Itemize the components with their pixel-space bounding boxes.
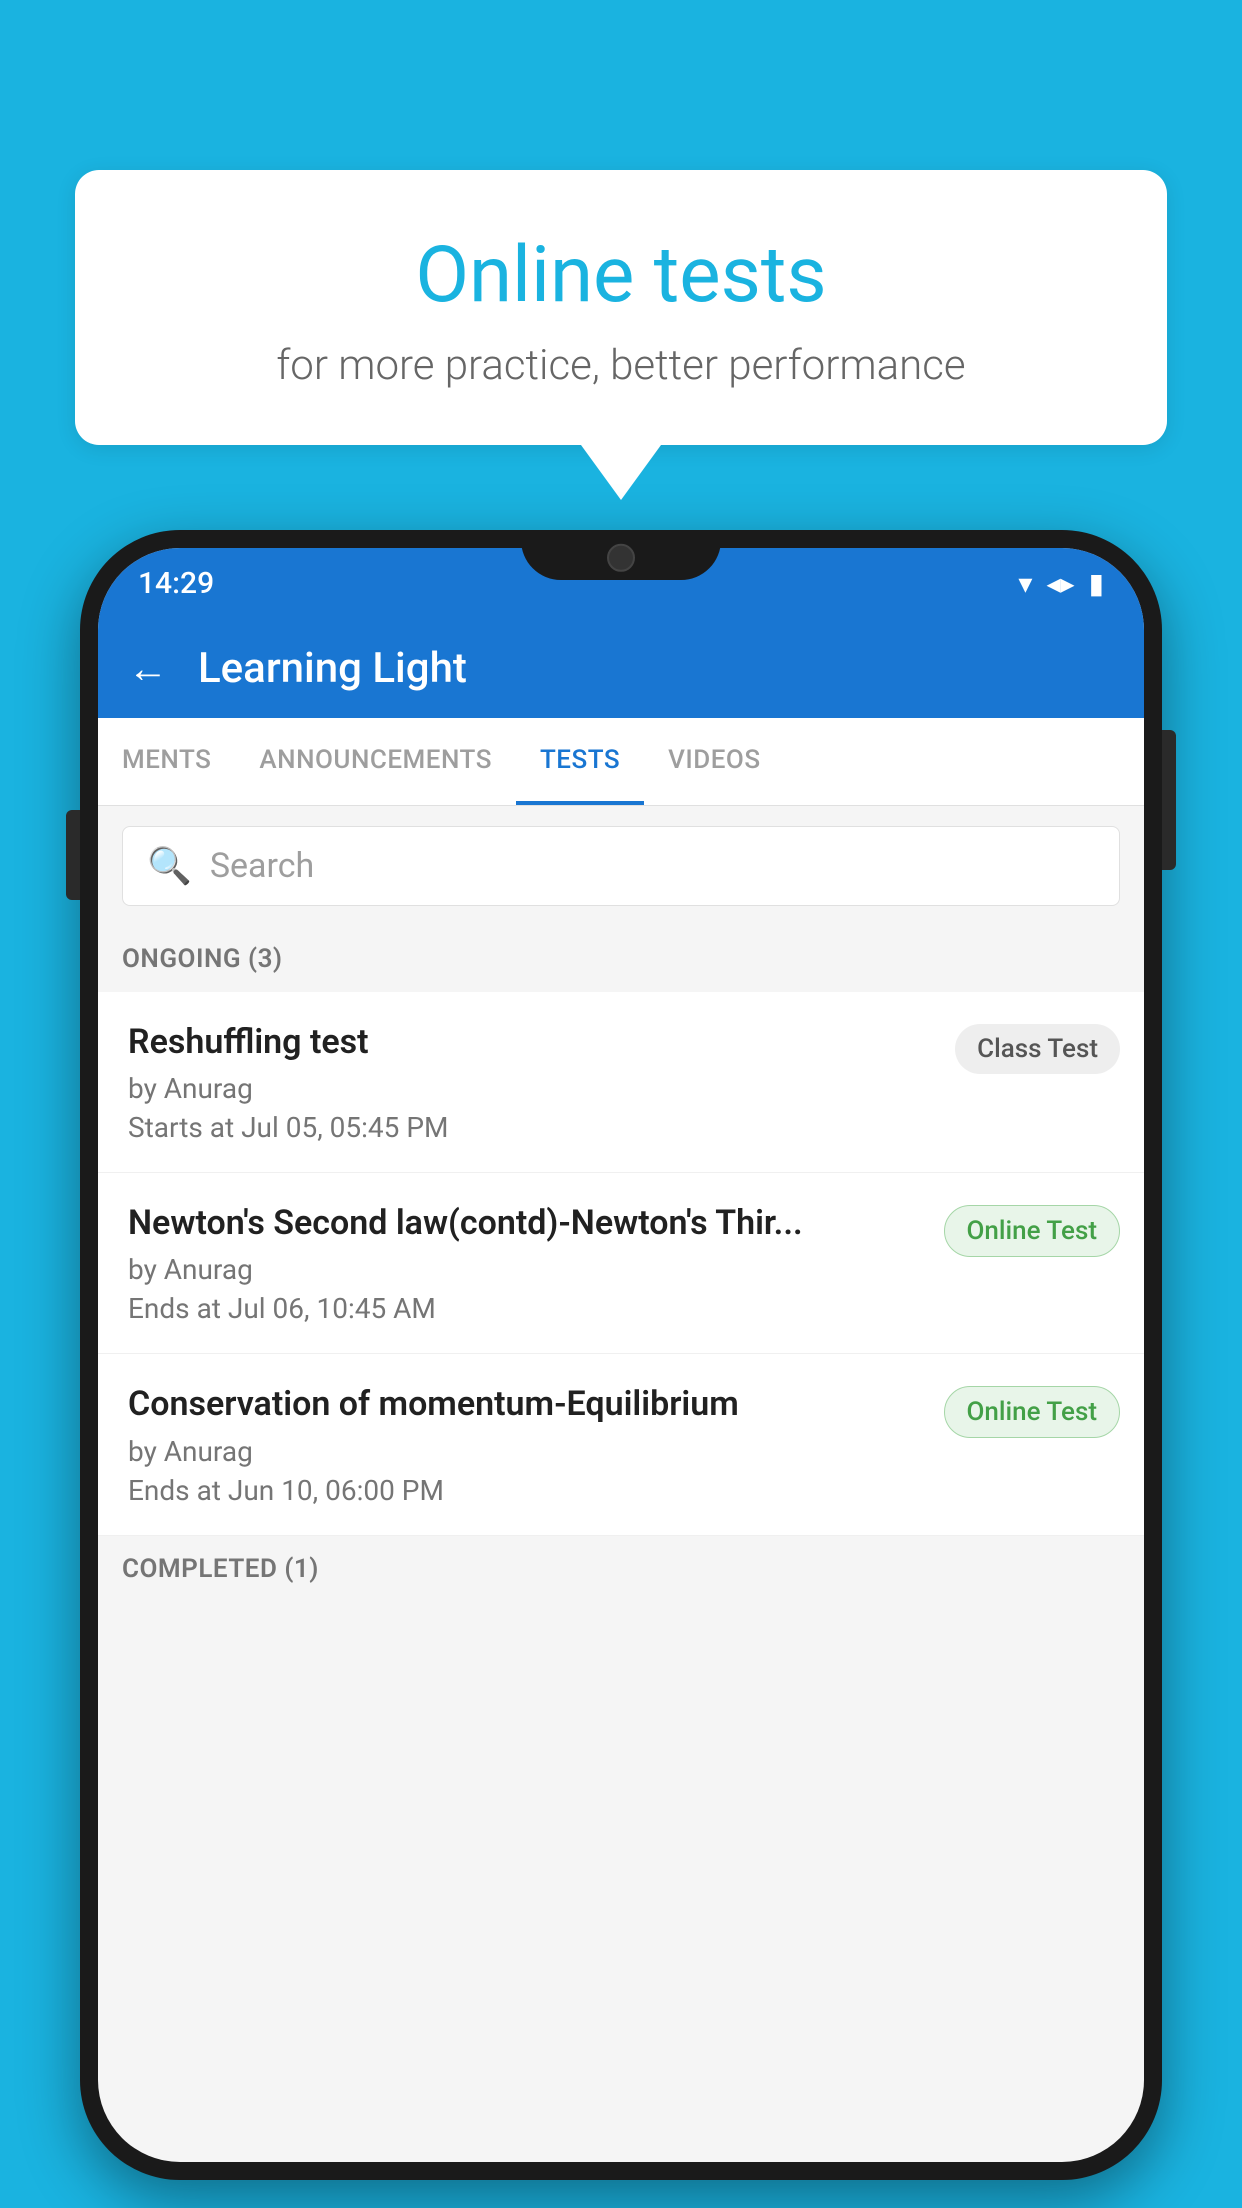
- test-time-1: Starts at Jul 05, 05:45 PM: [128, 1111, 935, 1144]
- test-author-3: by Anurag: [128, 1435, 924, 1468]
- app-bar-title: Learning Light: [198, 644, 467, 693]
- tabs-bar: MENTS ANNOUNCEMENTS TESTS VIDEOS: [98, 718, 1144, 806]
- camera: [607, 544, 635, 572]
- test-item-1[interactable]: Reshuffling test by Anurag Starts at Jul…: [98, 992, 1144, 1173]
- ongoing-section-header: ONGOING (3): [98, 926, 1144, 992]
- search-icon: 🔍: [147, 845, 192, 887]
- test-author-2: by Anurag: [128, 1253, 924, 1286]
- test-title-2: Newton's Second law(contd)-Newton's Thir…: [128, 1201, 924, 1245]
- phone-screen: 14:29 ▾ ◂▸ ▮ ← Learning Light MENTS ANNO…: [98, 548, 1144, 2162]
- test-badge-2: Online Test: [944, 1205, 1121, 1257]
- status-time: 14:29: [138, 566, 214, 601]
- battery-icon: ▮: [1089, 567, 1104, 600]
- phone-notch: [521, 530, 721, 580]
- search-container: 🔍 Search: [98, 806, 1144, 926]
- back-button[interactable]: ←: [128, 645, 168, 692]
- test-list: Reshuffling test by Anurag Starts at Jul…: [98, 992, 1144, 1536]
- bubble-title: Online tests: [155, 230, 1087, 321]
- test-item-2[interactable]: Newton's Second law(contd)-Newton's Thir…: [98, 1173, 1144, 1354]
- phone-wrapper: 14:29 ▾ ◂▸ ▮ ← Learning Light MENTS ANNO…: [80, 530, 1162, 2180]
- test-time-2: Ends at Jul 06, 10:45 AM: [128, 1292, 924, 1325]
- test-time-3: Ends at Jun 10, 06:00 PM: [128, 1474, 924, 1507]
- signal-icon: ◂▸: [1046, 567, 1074, 600]
- tab-announcements[interactable]: ANNOUNCEMENTS: [235, 718, 516, 805]
- tab-tests[interactable]: TESTS: [516, 718, 644, 805]
- test-item-3[interactable]: Conservation of momentum-Equilibrium by …: [98, 1354, 1144, 1535]
- speech-bubble: Online tests for more practice, better p…: [75, 170, 1167, 445]
- bubble-subtitle: for more practice, better performance: [155, 341, 1087, 390]
- test-info-1: Reshuffling test by Anurag Starts at Jul…: [128, 1020, 935, 1144]
- test-title-1: Reshuffling test: [128, 1020, 935, 1064]
- search-placeholder: Search: [210, 846, 314, 886]
- status-icons: ▾ ◂▸ ▮: [1018, 567, 1104, 600]
- test-info-3: Conservation of momentum-Equilibrium by …: [128, 1382, 924, 1506]
- wifi-icon: ▾: [1018, 567, 1032, 600]
- tab-ments[interactable]: MENTS: [98, 718, 235, 805]
- test-badge-3: Online Test: [944, 1386, 1121, 1438]
- tab-videos[interactable]: VIDEOS: [644, 718, 784, 805]
- app-bar: ← Learning Light: [98, 618, 1144, 718]
- test-author-1: by Anurag: [128, 1072, 935, 1105]
- completed-section-header: COMPLETED (1): [98, 1536, 1144, 1602]
- phone-outer: 14:29 ▾ ◂▸ ▮ ← Learning Light MENTS ANNO…: [80, 530, 1162, 2180]
- test-info-2: Newton's Second law(contd)-Newton's Thir…: [128, 1201, 924, 1325]
- search-box[interactable]: 🔍 Search: [122, 826, 1120, 906]
- speech-bubble-tail: [581, 445, 661, 500]
- test-badge-1: Class Test: [955, 1024, 1120, 1074]
- test-title-3: Conservation of momentum-Equilibrium: [128, 1382, 924, 1426]
- speech-bubble-container: Online tests for more practice, better p…: [75, 170, 1167, 500]
